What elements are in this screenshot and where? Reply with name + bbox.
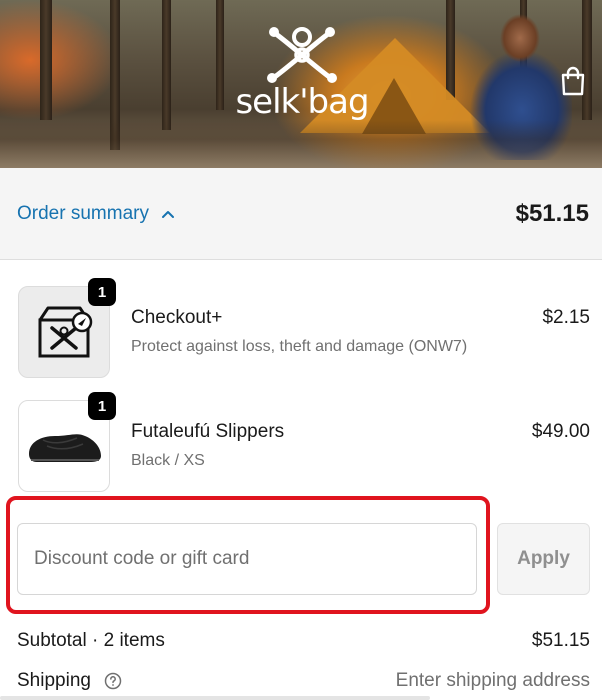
quantity-badge: 1 [88,392,116,420]
package-protection-icon [38,306,93,358]
item-price: $49.00 [531,421,590,442]
shipping-label-group: Shipping [17,670,122,692]
subtotal-row: Subtotal · 2 items $51.15 [17,628,590,654]
bottom-divider [0,696,430,700]
chevron-up-icon [161,210,174,218]
order-total: $51.15 [515,199,589,227]
item-price: $2.15 [542,307,590,328]
order-summary-bar: Order summary $51.15 [0,168,602,260]
item-variant: Black / XS [131,452,205,469]
question-circle-icon [104,672,122,690]
shipping-value: Enter shipping address [395,670,590,691]
logo-mark-icon [267,27,337,83]
cart-button[interactable] [558,64,588,98]
item-name: Checkout+ [131,307,223,328]
slipper-icon [29,434,101,462]
line-item: 1 Futaleufú Slippers Black / XS $49.00 [18,392,590,492]
line-item: 1 Checkout+ Protect against loss, theft … [18,278,590,378]
brand-name: selk'bag [235,82,369,122]
item-description: Protect against loss, theft and damage (… [131,338,468,355]
order-summary-toggle[interactable]: Order summary [17,203,175,225]
shipping-row: Shipping Enter shipping address [17,668,590,694]
discount-code-input[interactable] [17,523,477,595]
shopping-bag-icon [561,66,585,96]
subtotal-value: $51.15 [531,630,590,651]
apply-discount-button[interactable]: Apply [497,523,590,595]
quantity-badge: 1 [88,278,116,306]
brand-logo[interactable]: selk'bag [232,26,372,126]
header-banner: selk'bag [0,0,602,168]
item-name: Futaleufú Slippers [131,421,285,442]
shipping-label: Shipping [17,670,91,691]
order-summary-label: Order summary [17,202,149,224]
shipping-help-button[interactable] [104,672,122,690]
subtotal-label: Subtotal · 2 items [17,630,165,651]
